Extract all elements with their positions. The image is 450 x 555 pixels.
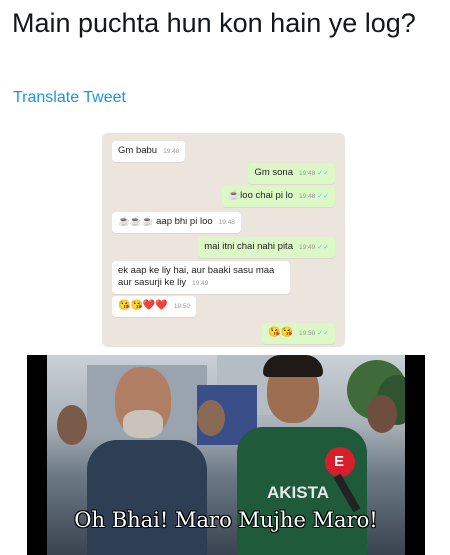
meme-image: AKISTA E Oh Bhai! Maro Mujhe Maro!	[27, 355, 425, 555]
tweet-text: Main puchta hun kon hain ye log?	[12, 8, 416, 38]
read-ticks-icon: ✓✓	[317, 330, 329, 337]
mic-logo: E	[334, 453, 345, 470]
chat-message: Gm babu 19:48	[112, 141, 186, 162]
read-ticks-icon: ✓✓	[317, 170, 329, 177]
translate-tweet-link[interactable]: Translate Tweet	[13, 89, 126, 107]
read-ticks-icon: ✓✓	[317, 244, 329, 251]
chat-message: mai itni chai nahi pita 19:49 ✓✓	[198, 237, 335, 258]
chat-message: 😘😘 19:50 ✓✓	[262, 323, 335, 344]
meme-caption: Oh Bhai! Maro Mujhe Maro!	[74, 508, 378, 532]
chat-message: ☕☕☕ aap bhi pi loo 19:48	[112, 212, 241, 233]
chat-message: ek aap ke liy hai, aur baaki sasu maa au…	[112, 261, 290, 294]
chat-message: ☕loo chai pi lo 19:48 ✓✓	[222, 186, 335, 207]
read-ticks-icon: ✓✓	[317, 193, 329, 200]
chat-message: Gm sona 19:48 ✓✓	[248, 163, 335, 184]
chat-message: 😘😘❤️❤️ 19:50	[112, 296, 197, 317]
jersey-text: AKISTA	[267, 483, 330, 502]
chat-screenshot: Gm babu 19:48 Gm sona 19:48 ✓✓ ☕loo chai pi…	[102, 133, 345, 347]
